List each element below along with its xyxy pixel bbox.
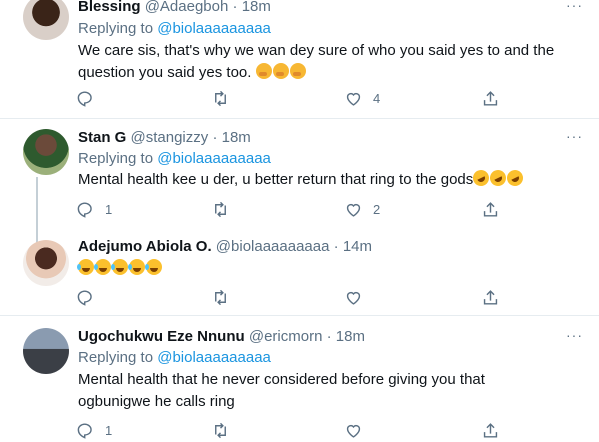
- display-name[interactable]: Stan G: [78, 129, 126, 146]
- retweet-icon: [215, 289, 226, 305]
- replying-to-label: Replying to: [78, 349, 158, 366]
- avatar[interactable]: [23, 240, 69, 286]
- tweet-text-content: Mental health kee u der, u better return…: [78, 171, 474, 188]
- tears-of-joy-icon: [145, 259, 162, 275]
- share-button[interactable]: [481, 197, 500, 221]
- replying-to-label: Replying to: [78, 20, 158, 37]
- user-handle[interactable]: @biolaaaaaaaaa: [216, 238, 330, 255]
- tweet-header: Ugochukwu Eze Nnunu @ericmorn · 18m: [78, 328, 365, 345]
- user-handle[interactable]: @ericmorn: [249, 328, 323, 345]
- reply-button[interactable]: 1: [76, 197, 112, 221]
- retweet-button[interactable]: [211, 285, 240, 309]
- replying-to-label: Replying to: [78, 150, 158, 167]
- retweet-button[interactable]: [211, 86, 240, 110]
- share-button[interactable]: [481, 418, 500, 442]
- reply-button[interactable]: [76, 86, 105, 110]
- avatar[interactable]: [23, 0, 69, 40]
- timestamp[interactable]: 18m: [222, 129, 251, 146]
- share-icon: [483, 289, 498, 305]
- user-handle[interactable]: @Adaegboh: [145, 0, 229, 15]
- like-button[interactable]: [344, 418, 373, 442]
- tweet-header: Blessing @Adaegboh · 18m: [78, 0, 271, 15]
- dot-separator: ·: [329, 238, 343, 255]
- timestamp[interactable]: 18m: [336, 328, 365, 345]
- tears-of-joy-icon: [128, 259, 145, 275]
- more-options-icon[interactable]: ···: [566, 128, 583, 144]
- rofl-icon: [504, 167, 526, 189]
- tweet-text: We care sis, that's why we wan dey sure …: [78, 40, 578, 84]
- dot-separator: ·: [228, 0, 242, 15]
- reply-count: 1: [105, 201, 113, 217]
- tweet-header: Adejumo Abiola O. @biolaaaaaaaaa · 14m: [78, 238, 372, 255]
- tweet-header: Stan G @stangizzy · 18m: [78, 129, 251, 146]
- display-name[interactable]: Ugochukwu Eze Nnunu: [78, 328, 245, 345]
- tweet-text-content: Mental health that he never considered b…: [78, 371, 485, 410]
- replying-to: Replying to @biolaaaaaaaaa: [78, 349, 271, 366]
- mention-link[interactable]: @biolaaaaaaaaa: [157, 349, 271, 366]
- more-options-icon[interactable]: ···: [566, 327, 583, 343]
- reply-icon: [77, 289, 92, 306]
- retweet-icon: [215, 422, 226, 438]
- reply-button[interactable]: 1: [76, 418, 112, 442]
- tweet-text: Mental health that he never considered b…: [78, 369, 548, 413]
- more-options-icon[interactable]: ···: [566, 0, 583, 13]
- tweet-text: Mental health kee u der, u better return…: [78, 167, 578, 191]
- thinking-face-icon: [289, 63, 306, 79]
- heart-icon: [346, 424, 361, 438]
- reply-icon: [77, 201, 92, 218]
- reply-button[interactable]: [76, 285, 105, 309]
- share-button[interactable]: [481, 285, 500, 309]
- like-count: 2: [373, 201, 381, 217]
- user-handle[interactable]: @stangizzy: [131, 129, 209, 146]
- display-name[interactable]: Blessing: [78, 0, 141, 15]
- reply-icon: [77, 90, 92, 107]
- timestamp[interactable]: 14m: [343, 238, 372, 255]
- heart-icon: [346, 203, 361, 217]
- share-icon: [483, 201, 498, 217]
- dot-separator: ·: [208, 129, 222, 146]
- thinking-face-icon: [272, 63, 289, 79]
- retweet-icon: [215, 90, 226, 106]
- replying-to: Replying to @biolaaaaaaaaa: [78, 150, 271, 167]
- share-button[interactable]: [481, 86, 500, 110]
- tears-of-joy-icon: [94, 259, 111, 275]
- tweet-text-content: We care sis, that's why we wan dey sure …: [78, 42, 555, 81]
- like-button[interactable]: [344, 285, 373, 309]
- mention-link[interactable]: @biolaaaaaaaaa: [157, 20, 271, 37]
- mention-link[interactable]: @biolaaaaaaaaa: [157, 150, 271, 167]
- tears-of-joy-icon: [77, 259, 94, 275]
- tweet-text: [77, 258, 578, 280]
- thinking-face-icon: [255, 63, 272, 79]
- like-button[interactable]: 2: [344, 197, 380, 221]
- share-icon: [483, 422, 498, 438]
- timestamp[interactable]: 18m: [242, 0, 271, 15]
- tears-of-joy-icon: [111, 259, 128, 275]
- tweet-divider: [0, 315, 599, 316]
- display-name[interactable]: Adejumo Abiola O.: [78, 238, 212, 255]
- like-button[interactable]: 4: [344, 86, 380, 110]
- retweet-button[interactable]: [211, 418, 240, 442]
- heart-icon: [346, 291, 361, 305]
- retweet-button[interactable]: [211, 197, 240, 221]
- share-icon: [483, 90, 498, 106]
- tweet-divider: [0, 118, 599, 119]
- heart-icon: [346, 92, 361, 106]
- retweet-icon: [215, 201, 226, 217]
- replying-to: Replying to @biolaaaaaaaaa: [78, 20, 271, 37]
- dot-separator: ·: [322, 328, 336, 345]
- like-count: 4: [373, 90, 381, 106]
- reply-count: 1: [105, 422, 113, 438]
- avatar[interactable]: [23, 328, 69, 374]
- avatar[interactable]: [23, 129, 69, 175]
- reply-icon: [77, 422, 92, 439]
